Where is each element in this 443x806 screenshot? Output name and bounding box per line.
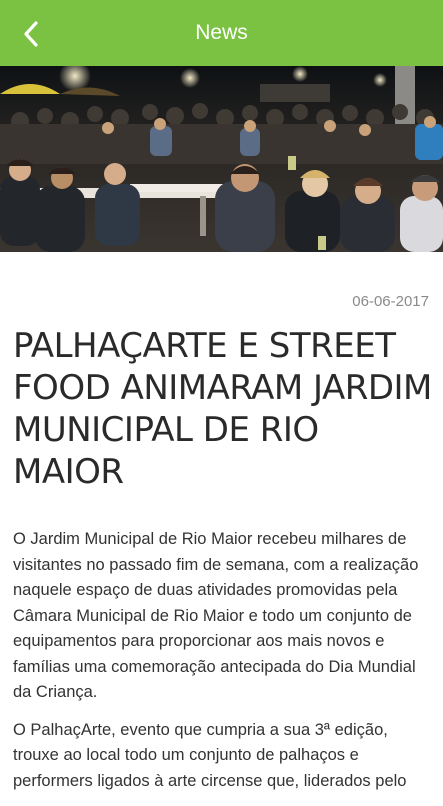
event-photo [0, 66, 443, 252]
article-hero-image [0, 66, 443, 252]
article-title: PALHAÇARTE E STREET FOOD ANIMARAM JARDIM… [13, 326, 432, 492]
article-body: O Jardim Municipal de Rio Maior recebeu … [13, 527, 433, 806]
top-app-bar: News [0, 0, 443, 66]
article-paragraph: O Jardim Municipal de Rio Maior recebeu … [13, 530, 419, 701]
article-paragraph: O PalhaçArte, evento que cumpria a sua 3… [13, 720, 407, 790]
page-title: News [195, 21, 248, 44]
article-date: 06-06-2017 [352, 293, 429, 310]
